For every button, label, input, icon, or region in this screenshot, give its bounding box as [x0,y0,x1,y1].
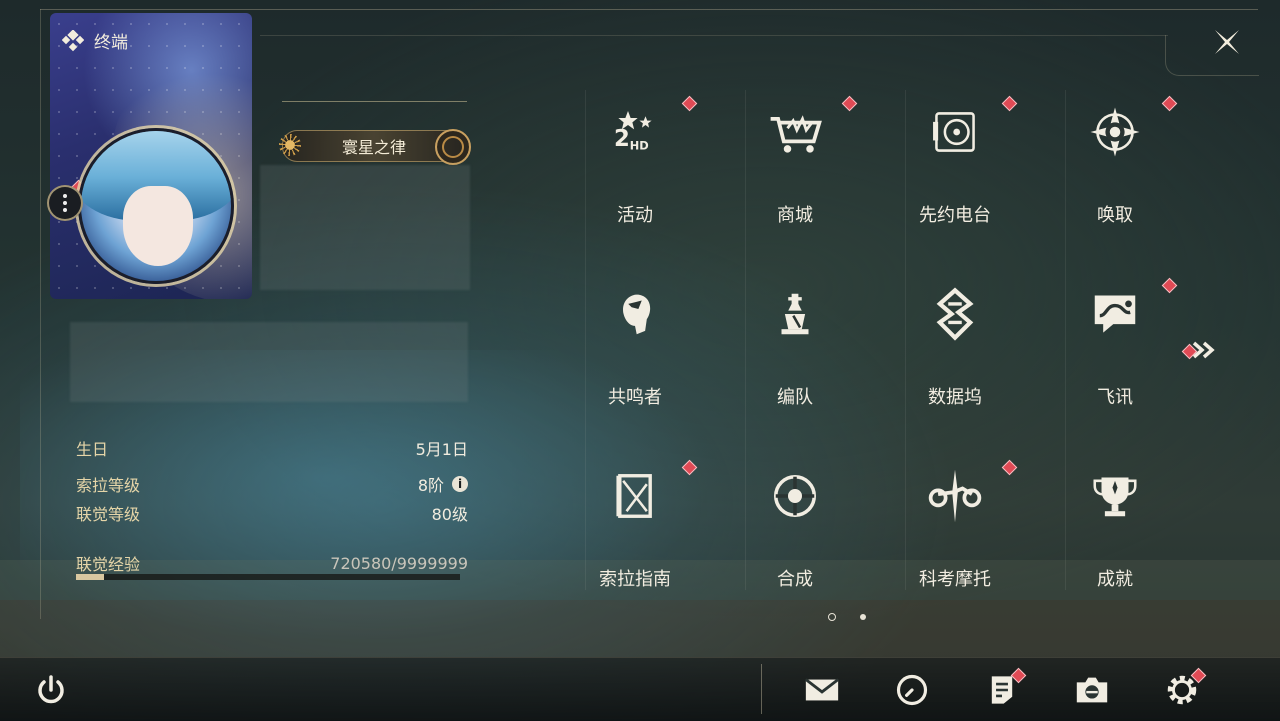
menu-tile-label: 编队 [777,387,813,408]
stat-label: 联觉等级 [76,505,141,524]
menu-tile-label: 活动 [617,205,653,226]
stat-value: 720580/9999999 [330,553,468,573]
stat-union-level: 联觉等级 80级 [76,501,468,525]
close-x-icon [1215,30,1239,54]
menu-tile-guide[interactable]: 索拉指南 [555,434,715,614]
frame-left-line [40,9,41,619]
title-badge[interactable]: 寰星之律 [279,129,471,165]
close-button[interactable] [1210,25,1244,59]
motorcycle-icon [923,464,987,528]
stat-value: 5月1日 [415,440,468,459]
mail-icon [804,678,840,701]
tile-notification-badge [1161,277,1178,294]
more-dot [63,201,67,205]
grid-diamond-icon [62,29,84,51]
notes-button[interactable] [982,667,1027,710]
exp-progress-fill [76,574,104,580]
stat-label: 联觉经验 [76,555,141,574]
settings-button[interactable] [1162,667,1207,710]
stat-value: 80级 [431,505,468,524]
clock-icon [896,674,928,706]
stat-label: 索拉等级 [76,476,141,495]
clock-button[interactable] [892,670,932,710]
frame-top-line [40,9,1258,10]
menu-tile-label: 索拉指南 [599,569,671,590]
more-vertical-icon [63,194,67,198]
stat-birthday: 生日 5月1日 [76,436,468,460]
mail-button[interactable] [802,670,842,710]
title-badge-label: 寰星之律 [341,138,406,157]
stat-label: 生日 [76,440,109,459]
name-divider [282,101,467,102]
menu-tile-label: 科考摩托 [919,569,991,590]
resonator-head-icon [603,282,667,346]
menu-tile-label: 飞讯 [1097,387,1133,408]
sun-ornament-icon [279,134,301,156]
events-2hd-icon: 2 HD [603,100,667,164]
avatar[interactable] [78,128,234,284]
next-page-button[interactable] [1181,340,1218,360]
menu-tile-label: 唤取 [1097,205,1133,226]
more-dot [63,208,67,212]
toolbar-divider [761,664,762,714]
message-bubble-icon [1083,282,1147,346]
page-dot[interactable] [860,614,866,620]
menu-tile-team[interactable]: 编队 [715,252,875,432]
stat-value: 8阶 [417,476,444,495]
svg-text:2: 2 [614,126,630,152]
stat-value-wrap: 8阶 i [418,472,468,496]
menu-tile-label: 成就 [1097,569,1133,590]
tile-notification-badge [681,459,698,476]
frame-inner-line [260,35,1168,36]
info-icon[interactable]: i [452,476,468,492]
menu-tile-motorcycle[interactable]: 科考摩托 [875,434,1035,614]
page-title: 终端 [62,28,128,53]
menu-tile-achievements[interactable]: 成就 [1035,434,1195,614]
menu-tile-convene[interactable]: 唤取 [1035,70,1195,250]
convene-compass-icon [1083,100,1147,164]
power-icon [38,675,64,704]
tile-notification-badge [1001,459,1018,476]
menu-tile-events[interactable]: 2 HD 活动 [555,70,715,250]
feature-grid: 2 HD 活动 商城 先约电台 唤取 共鸣者 编队 数据坞 飞讯 索拉指南 合成… [555,70,1205,610]
menu-tile-label: 共鸣者 [608,387,662,408]
menu-tile-label: 商城 [777,205,813,226]
team-chess-icon [763,282,827,346]
page-title-text: 终端 [94,33,128,53]
menu-tile-messages[interactable]: 飞讯 [1035,252,1195,432]
camera-button[interactable] [1072,670,1112,710]
menu-tile-label: 先约电台 [919,205,991,226]
synthesis-ring-icon [763,464,827,528]
tile-notification-badge [841,95,858,112]
stat-union-exp: 联觉经验 720580/9999999 [76,551,468,575]
menu-tile-resonators[interactable]: 共鸣者 [555,252,715,432]
radio-record-icon [923,100,987,164]
exp-progress-bar [76,574,460,580]
menu-tile-synthesis[interactable]: 合成 [715,434,875,614]
svg-text:HD: HD [630,139,649,153]
data-bank-icon [923,282,987,346]
stat-sola-level: 索拉等级 8阶 i [76,472,468,496]
tile-notification-badge [1161,95,1178,112]
menu-tile-radio[interactable]: 先约电台 [875,70,1035,250]
page-indicator [828,613,866,621]
menu-tile-label: 数据坞 [928,387,982,408]
page-dot-active[interactable] [828,613,836,621]
power-button[interactable] [34,673,68,707]
more-options-button[interactable] [47,185,83,221]
menu-tile-data-bank[interactable]: 数据坞 [875,252,1035,432]
blurred-signature-area [70,322,468,402]
tile-notification-badge [1001,95,1018,112]
avatar-face [123,186,193,266]
shop-cart-icon [763,100,827,164]
menu-tile-shop[interactable]: 商城 [715,70,875,250]
ring-ornament-icon [435,129,471,165]
trophy-icon [1083,464,1147,528]
guide-book-icon [603,464,667,528]
blurred-info-area [260,165,470,290]
camera-icon [1076,677,1108,703]
tile-notification-badge [681,95,698,112]
menu-tile-label: 合成 [777,569,813,590]
